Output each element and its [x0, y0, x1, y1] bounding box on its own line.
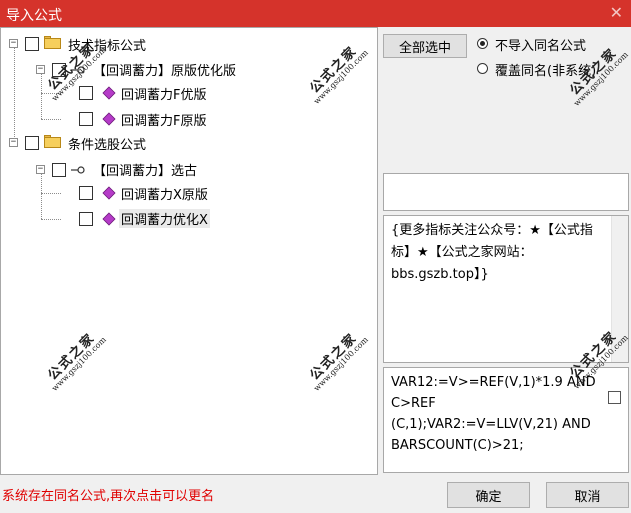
collapse-icon[interactable]: − — [9, 138, 18, 147]
key-icon — [71, 166, 85, 174]
description-scrollbar[interactable] — [611, 216, 628, 362]
formula-icon — [102, 212, 116, 226]
tree-node-label[interactable]: 回调蓄力X原版 — [121, 184, 208, 203]
node-checkbox[interactable] — [25, 37, 39, 51]
tree-node-label[interactable]: 条件选股公式 — [68, 134, 146, 153]
tree-node-label[interactable]: 技术指标公式 — [68, 35, 146, 54]
radio-overwrite-label[interactable]: 覆盖同名(非系统) — [495, 60, 596, 79]
code-box[interactable]: VAR12:=V>=REF(V,1)*1.9 AND C>REF (C,1);V… — [383, 367, 629, 473]
formula-icon — [102, 112, 116, 126]
description-box[interactable]: {更多指标关注公众号：★【公式指标】★【公式之家网站：bbs.gszb.top】… — [383, 215, 629, 363]
tree-connector — [41, 193, 61, 194]
node-checkbox[interactable] — [79, 112, 93, 126]
tree-node-label-selected[interactable]: 回调蓄力优化X — [119, 209, 210, 228]
description-text: {更多指标关注公众号：★【公式指标】★【公式之家网站：bbs.gszb.top】… — [391, 223, 593, 282]
cancel-button[interactable]: 取消 — [546, 482, 629, 508]
folder-icon — [44, 36, 61, 49]
tree-node-label[interactable]: 【回调蓄力】选古 — [93, 160, 197, 179]
formula-code-text: VAR12:=V>=REF(V,1)*1.9 AND C>REF (C,1);V… — [391, 375, 596, 453]
tree-connector — [41, 174, 42, 219]
collapse-icon[interactable]: − — [9, 39, 18, 48]
tree-connector — [41, 93, 61, 94]
node-checkbox[interactable] — [79, 86, 93, 100]
tree-connector — [41, 74, 42, 119]
tree-connector — [41, 119, 61, 120]
node-checkbox[interactable] — [79, 186, 93, 200]
status-message: 系统存在同名公式,再次点击可以更名 — [2, 489, 215, 504]
formula-tree: − 技术指标公式 − 【回调蓄力】原版优化版 回调蓄力F优版 回调蓄力F原版 −… — [0, 27, 378, 475]
window-title: 导入公式 — [6, 8, 62, 24]
radio-no-import-label[interactable]: 不导入同名公式 — [495, 35, 586, 54]
folder-icon — [44, 135, 61, 148]
radio-no-import[interactable] — [477, 38, 488, 49]
collapse-icon[interactable]: − — [36, 65, 45, 74]
select-all-button[interactable]: 全部选中 — [383, 34, 467, 58]
collapse-icon[interactable]: − — [36, 165, 45, 174]
code-checkbox[interactable] — [608, 391, 621, 404]
ok-button[interactable]: 确定 — [447, 482, 530, 508]
node-checkbox[interactable] — [79, 212, 93, 226]
key-icon — [71, 66, 85, 74]
formula-name-field[interactable] — [383, 173, 629, 211]
tree-connector — [14, 48, 15, 143]
tree-connector — [41, 219, 61, 220]
radio-overwrite[interactable] — [477, 63, 488, 74]
node-checkbox[interactable] — [52, 163, 66, 177]
node-checkbox[interactable] — [25, 136, 39, 150]
tree-node-label[interactable]: 【回调蓄力】原版优化版 — [93, 60, 236, 79]
formula-icon — [102, 186, 116, 200]
title-bar: 导入公式 ✕ — [0, 0, 631, 27]
tree-node-label[interactable]: 回调蓄力F优版 — [121, 84, 206, 103]
node-checkbox[interactable] — [52, 63, 66, 77]
formula-icon — [102, 86, 116, 100]
options-panel: 全部选中 不导入同名公式 覆盖同名(非系统) {更多指标关注公众号：★【公式指标… — [380, 27, 631, 475]
close-icon[interactable]: ✕ — [610, 3, 623, 22]
tree-node-label[interactable]: 回调蓄力F原版 — [121, 110, 206, 129]
